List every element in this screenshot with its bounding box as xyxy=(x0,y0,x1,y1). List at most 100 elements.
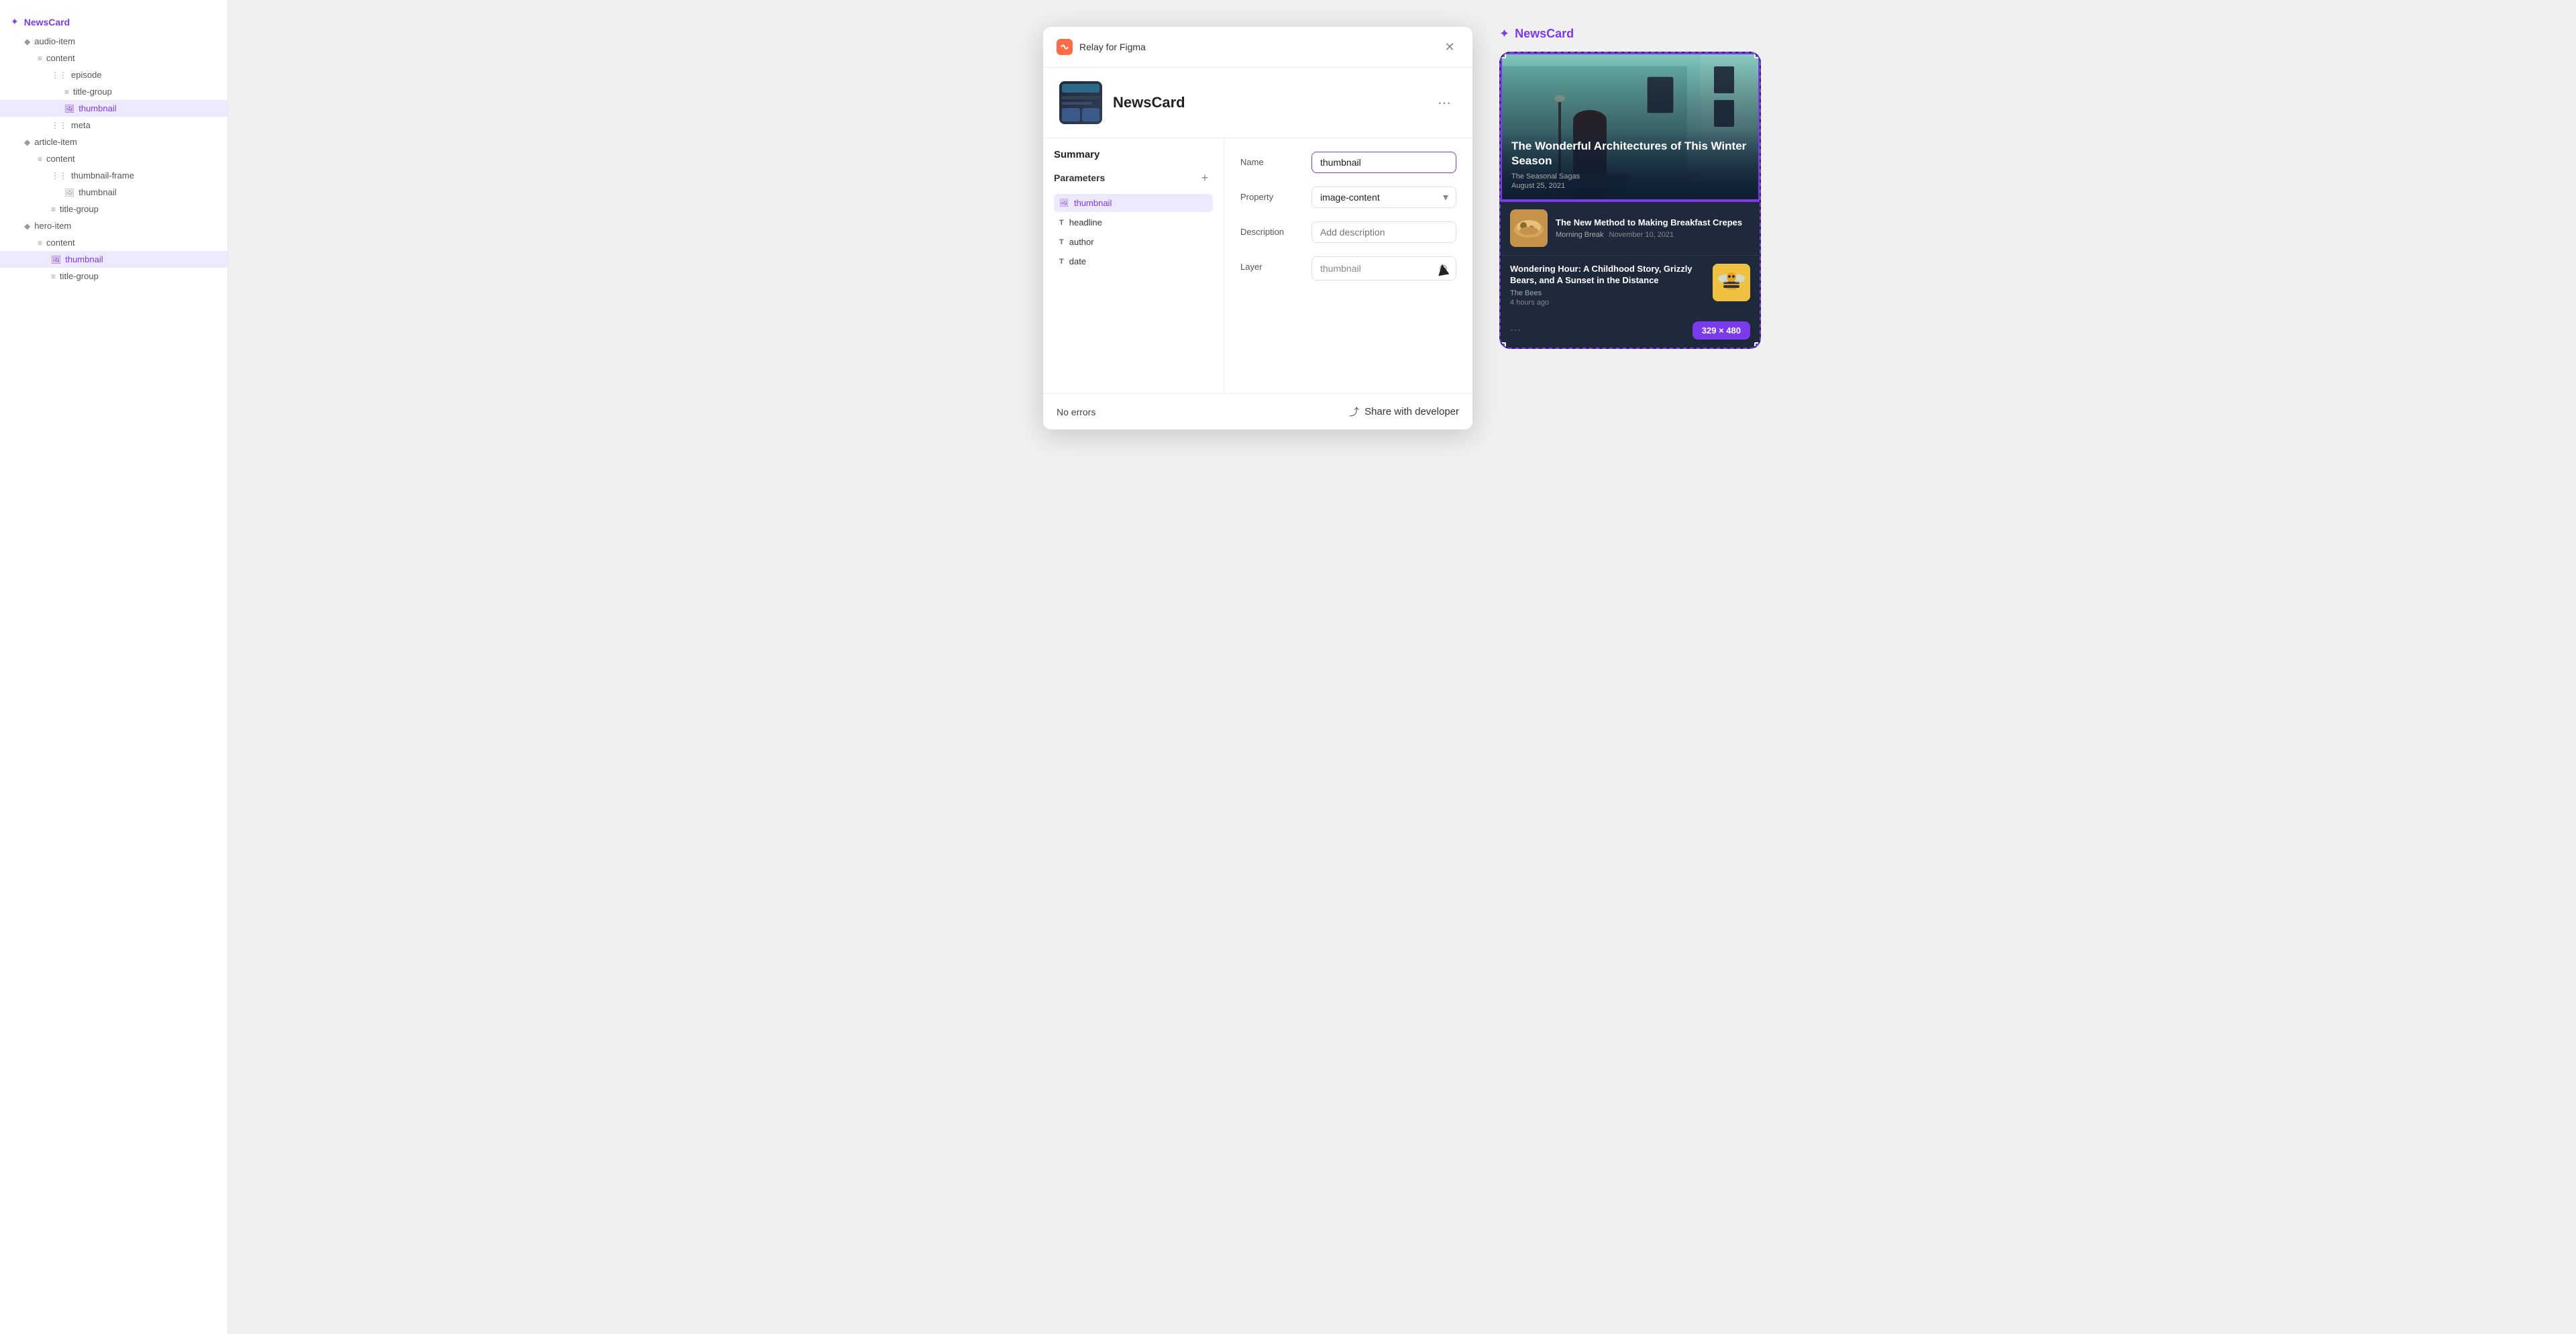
description-field-row: Description xyxy=(1240,221,1456,243)
text-param-icon: T xyxy=(1059,219,1064,227)
sidebar-label: episode xyxy=(71,70,102,80)
component-header-left: NewsCard xyxy=(1059,81,1185,124)
diamond-icon: ✦ xyxy=(11,16,19,28)
article-2-headline: The New Method to Making Breakfast Crepe… xyxy=(1556,217,1750,229)
image-icon: 🖼 xyxy=(51,255,61,264)
layer-wrapper: thumbnail ⊕ xyxy=(1311,256,1456,280)
preview-panel: ✦ NewsCard xyxy=(1499,27,1761,349)
image-icon: 🖼 xyxy=(64,188,74,197)
bars-icon: ⋮⋮ xyxy=(51,121,67,130)
sidebar-item-episode[interactable]: ⋮⋮ episode xyxy=(0,66,227,83)
name-input[interactable] xyxy=(1311,152,1456,173)
layer-value: thumbnail xyxy=(1320,263,1361,274)
hero-headline: The Wonderful Architectures of This Wint… xyxy=(1511,139,1749,168)
sidebar-item-content-3[interactable]: ≡ content xyxy=(0,234,227,251)
sidebar-item-meta[interactable]: ⋮⋮ meta xyxy=(0,117,227,134)
param-item-author[interactable]: T author xyxy=(1054,233,1213,251)
card-footer: ⋯ 329 × 480 xyxy=(1501,315,1760,348)
sidebar-label: title-group xyxy=(60,271,99,281)
sidebar-label: thumbnail xyxy=(78,103,116,113)
sidebar-item-thumbnail-frame[interactable]: ⋮⋮ thumbnail-frame xyxy=(0,167,227,184)
lines-icon: ≡ xyxy=(51,205,56,214)
hero-date: August 25, 2021 xyxy=(1511,182,1749,190)
card-more-icon[interactable]: ⋯ xyxy=(1510,323,1521,337)
diamond-icon-small: ◆ xyxy=(24,37,30,46)
property-field-label: Property xyxy=(1240,187,1301,202)
component-header: NewsCard ⋯ xyxy=(1043,68,1472,138)
lines-icon: ≡ xyxy=(64,87,69,97)
name-field-row: Name xyxy=(1240,152,1456,173)
hero-source: The Seasonal Sagas xyxy=(1511,172,1749,181)
layer-field-label: Layer xyxy=(1240,256,1301,272)
share-developer-button[interactable]: ⤴ Share with developer xyxy=(1349,405,1459,419)
sidebar-item-thumbnail-2[interactable]: 🖼 thumbnail xyxy=(0,184,227,201)
text-param-icon: T xyxy=(1059,258,1064,266)
modal-left: Summary Parameters + 🖼 thumbnail T headl… xyxy=(1043,138,1224,393)
component-more-button[interactable]: ⋯ xyxy=(1432,92,1456,114)
text-param-icon: T xyxy=(1059,238,1064,246)
article-2-info: The New Method to Making Breakfast Crepe… xyxy=(1556,217,1750,240)
image-param-icon: 🖼 xyxy=(1059,199,1069,207)
sidebar-item-title-group-1[interactable]: ≡ title-group xyxy=(0,83,227,100)
bars-icon: ⋮⋮ xyxy=(51,171,67,181)
sidebar-item-hero-item[interactable]: ◆ hero-item xyxy=(0,217,227,234)
sidebar-item-thumbnail-1[interactable]: 🖼 thumbnail xyxy=(0,100,227,117)
sidebar-root-item[interactable]: ✦ NewsCard xyxy=(0,11,227,33)
modal-footer: No errors ⤴ Share with developer xyxy=(1043,393,1472,429)
sidebar-item-title-group-2[interactable]: ≡ title-group xyxy=(0,201,227,217)
param-label-author: author xyxy=(1069,237,1094,247)
diamond-icon-small: ◆ xyxy=(24,138,30,147)
sidebar-item-article-item[interactable]: ◆ article-item xyxy=(0,134,227,150)
article-2-meta: Morning Break November 10, 2021 xyxy=(1556,231,1750,239)
sidebar: ✦ NewsCard ◆ audio-item ≡ content ⋮⋮ epi… xyxy=(0,0,228,1334)
relay-modal: Relay for Figma ✕ New xyxy=(1043,27,1472,429)
params-title: Parameters xyxy=(1054,172,1105,183)
property-select[interactable]: image-content xyxy=(1311,187,1456,208)
relay-logo xyxy=(1057,39,1073,55)
param-item-headline[interactable]: T headline xyxy=(1054,213,1213,232)
size-badge: 329 × 480 xyxy=(1693,321,1750,340)
sidebar-item-thumbnail-3[interactable]: 🖼 thumbnail xyxy=(0,251,227,268)
preview-title-row: ✦ NewsCard xyxy=(1499,27,1574,41)
description-input[interactable] xyxy=(1311,221,1456,243)
article-3-headline: Wondering Hour: A Childhood Story, Grizz… xyxy=(1510,264,1705,287)
article-3: Wondering Hour: A Childhood Story, Grizz… xyxy=(1501,255,1760,315)
sidebar-label: content xyxy=(46,53,75,63)
sidebar-label: content xyxy=(46,238,75,248)
param-item-date[interactable]: T date xyxy=(1054,252,1213,270)
description-field-label: Description xyxy=(1240,221,1301,237)
sidebar-label: title-group xyxy=(73,87,112,97)
no-errors-label: No errors xyxy=(1057,407,1095,417)
preview-sparkle-icon: ✦ xyxy=(1499,27,1509,41)
lines-icon: ≡ xyxy=(51,272,56,281)
relay-title: Relay for Figma xyxy=(1079,42,1146,52)
modal-right: Name Property image-content ▾ Descripti xyxy=(1224,138,1472,393)
target-icon[interactable]: ⊕ xyxy=(1439,262,1448,275)
modal-header-left: Relay for Figma xyxy=(1057,39,1146,55)
param-item-thumbnail[interactable]: 🖼 thumbnail xyxy=(1054,194,1213,212)
property-select-wrapper: image-content ▾ xyxy=(1311,187,1456,208)
article-3-source: The Bees xyxy=(1510,289,1705,297)
article-2: The New Method to Making Breakfast Crepe… xyxy=(1501,201,1760,255)
sidebar-label: audio-item xyxy=(34,36,75,46)
sidebar-item-content-1[interactable]: ≡ content xyxy=(0,50,227,66)
sidebar-item-content-2[interactable]: ≡ content xyxy=(0,150,227,167)
share-label: Share with developer xyxy=(1364,406,1459,417)
layer-field-row: Layer thumbnail ⊕ xyxy=(1240,256,1456,280)
sidebar-label: article-item xyxy=(34,137,77,147)
name-field-label: Name xyxy=(1240,152,1301,167)
params-header: Parameters + xyxy=(1054,170,1213,186)
lines-icon: ≡ xyxy=(38,154,42,164)
bars-icon: ⋮⋮ xyxy=(51,70,67,80)
sidebar-item-audio-item[interactable]: ◆ audio-item xyxy=(0,33,227,50)
main-area: Relay for Figma ✕ New xyxy=(228,0,2576,1334)
property-field-row: Property image-content ▾ xyxy=(1240,187,1456,208)
lines-icon: ≡ xyxy=(38,238,42,248)
sidebar-label: hero-item xyxy=(34,221,71,231)
add-param-button[interactable]: + xyxy=(1197,170,1213,186)
hero-article-overlay: The Wonderful Architectures of This Wint… xyxy=(1501,128,1760,201)
sidebar-item-title-group-3[interactable]: ≡ title-group xyxy=(0,268,227,285)
modal-close-button[interactable]: ✕ xyxy=(1440,38,1459,56)
news-card-preview: The Wonderful Architectures of This Wint… xyxy=(1499,52,1761,349)
article-2-source: Morning Break xyxy=(1556,231,1604,239)
